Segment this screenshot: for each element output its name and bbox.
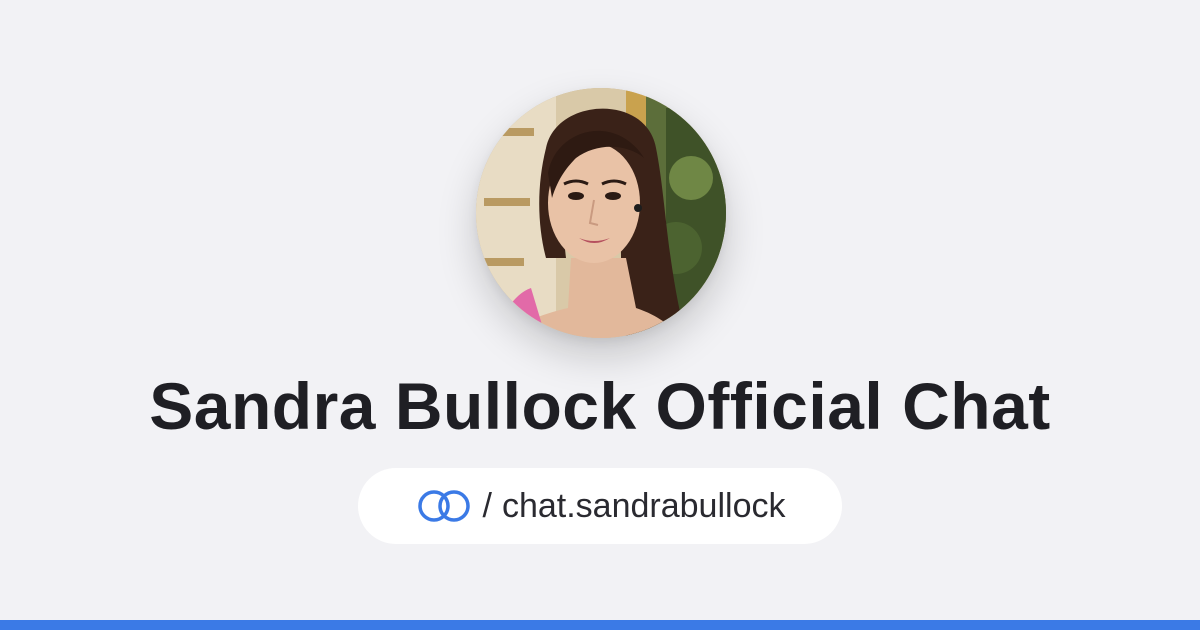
bottom-accent-bar (0, 620, 1200, 630)
page-title: Sandra Bullock Official Chat (149, 369, 1051, 443)
page: Sandra Bullock Official Chat / chat.sand… (0, 0, 1200, 630)
link-separator: / (482, 486, 492, 525)
avatar (476, 88, 726, 338)
avatar-photo-icon (476, 88, 726, 338)
chat-handle: chat.sandrabullock (501, 486, 786, 525)
chat-link[interactable]: / chat.sandrabullock (358, 468, 842, 544)
interlocked-rings-icon (417, 490, 470, 522)
